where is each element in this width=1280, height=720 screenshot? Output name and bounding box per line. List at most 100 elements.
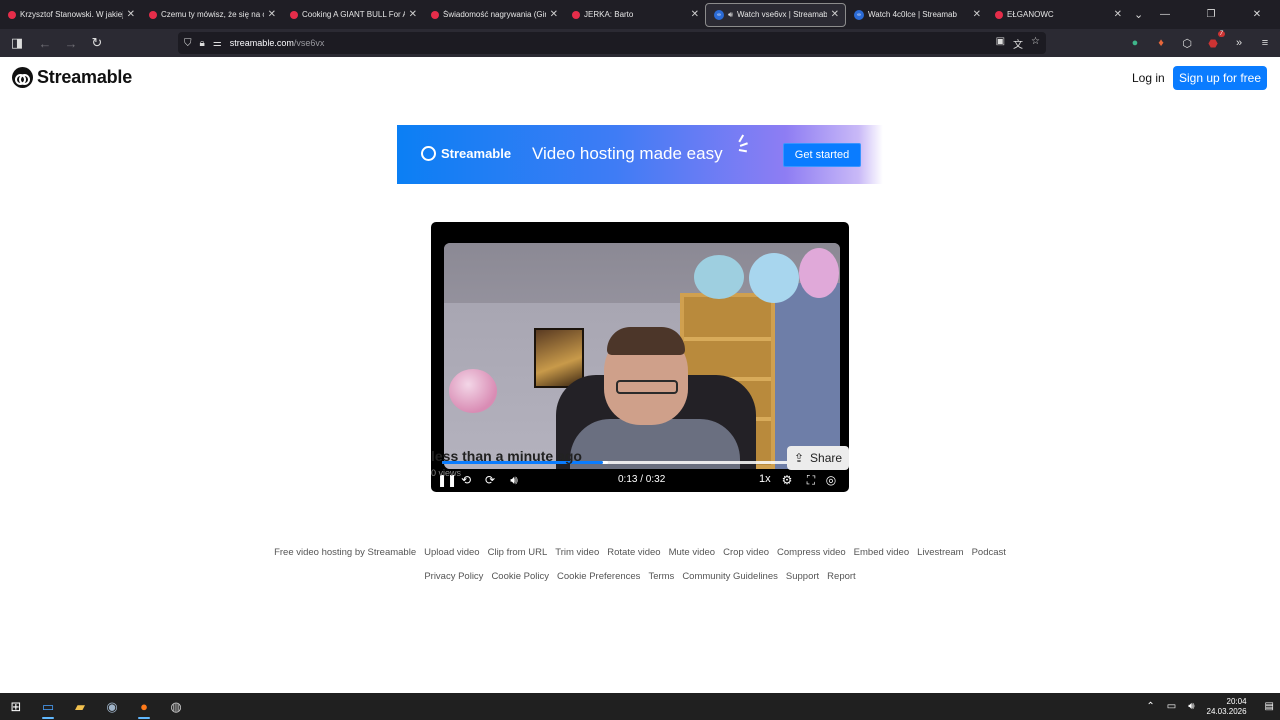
streamable-icon: ∞ — [854, 9, 864, 20]
footer-link[interactable]: Community Guidelines — [682, 571, 778, 582]
sidebar-toggle-icon[interactable]: ◨ — [5, 31, 29, 55]
footer-link[interactable]: Livestream — [917, 547, 963, 558]
tracking-shield-icon[interactable]: ⛉ — [184, 38, 192, 49]
signup-button[interactable]: Sign up for free — [1173, 66, 1267, 90]
volume-tray-icon[interactable]: 🔊︎ — [1188, 701, 1194, 712]
firefox-icon[interactable]: ● — [128, 693, 160, 720]
promo-banner[interactable]: Streamable Video hosting made easy Get s… — [397, 125, 883, 184]
browser-tab[interactable]: Czemu ty mówisz, że się na c ✕ — [141, 3, 282, 27]
close-window-icon[interactable]: ✕ — [1234, 0, 1280, 29]
clock-date: 24.03.2026 — [1206, 706, 1247, 716]
windows-start-icon[interactable]: ⊞ — [0, 693, 32, 720]
notifications-icon[interactable]: ▤ — [1265, 701, 1274, 712]
browser-tab[interactable]: JERKA: Barto ✕ — [564, 3, 705, 27]
video-frame[interactable] — [444, 243, 840, 469]
banner-logo-icon — [421, 146, 436, 161]
close-tab-icon[interactable]: ✕ — [409, 9, 417, 20]
share-icon: ⇪ — [793, 451, 805, 465]
bookmark-star-icon[interactable]: ☆ — [1031, 36, 1040, 51]
app-menu-icon[interactable]: ≡ — [1256, 34, 1274, 52]
network-icon[interactable]: ▭ — [1167, 701, 1176, 712]
browser-tab[interactable]: ∞ Watch 4c0lce | Streamab ✕ — [846, 3, 987, 27]
video-scene-wardrobe — [769, 283, 840, 469]
youtube-icon — [431, 10, 439, 19]
get-started-button[interactable]: Get started — [783, 143, 861, 167]
reader-view-icon[interactable]: ▣ — [996, 36, 1005, 51]
tab-audio-icon[interactable]: 🔊︎ — [728, 10, 733, 20]
footer-link[interactable]: Podcast — [972, 547, 1006, 558]
restore-icon[interactable]: ❐ — [1188, 0, 1234, 29]
tray-overflow-icon[interactable]: ⌃ — [1146, 701, 1154, 712]
address-bar[interactable]: ⛉ 🔒︎ ⚌ streamable.com/vse6vx ▣ 文 ☆ — [178, 32, 1046, 54]
taskbar-app-monitor-icon[interactable]: ▭ — [32, 693, 64, 720]
clock-time: 20:04 — [1226, 696, 1247, 706]
fullscreen-icon[interactable]: ⛶ — [803, 472, 819, 488]
streamable-icon: ∞ — [714, 9, 724, 20]
close-tab-icon[interactable]: ✕ — [831, 9, 839, 20]
video-scene-plush — [749, 253, 799, 303]
footer-link[interactable]: Trim video — [555, 547, 599, 558]
browser-tab[interactable]: Krzysztof Stanowski. W jakiej ✕ — [0, 3, 141, 27]
logo-text: Streamable — [37, 67, 133, 87]
streamable-page: Streamable Log in Sign up for free Strea… — [0, 57, 1280, 693]
taskbar-app-icon[interactable]: ◍ — [160, 693, 192, 720]
close-tab-icon[interactable]: ✕ — [550, 9, 558, 20]
overflow-chevrons-icon[interactable]: » — [1230, 34, 1248, 52]
player-controls: ❚❚ ⟲ ⟳ 🔊︎ 0:13 / 0:32 1x ⚙ ⛶ ◎ — [431, 468, 849, 491]
browser-tab[interactable]: ∞ 🔊︎ Watch vse6vx | Streamab ✕ — [705, 2, 846, 27]
volume-icon[interactable]: 🔊︎ — [506, 472, 522, 488]
tab-title: Krzysztof Stanowski. W jakiej — [20, 10, 123, 19]
forward-icon[interactable]: → — [59, 31, 83, 55]
banner-logo: Streamable — [421, 146, 511, 161]
steam-icon[interactable]: ◉ — [96, 693, 128, 720]
extensions-puzzle-icon[interactable]: ⬡ — [1178, 34, 1196, 52]
footer-link[interactable]: Report — [827, 571, 856, 582]
close-tab-icon[interactable]: ✕ — [973, 9, 981, 20]
playback-speed-button[interactable]: 1x — [759, 473, 771, 485]
browser-tab[interactable]: EŁGANOWC ✕ — [987, 3, 1128, 27]
streamable-player-logo-icon[interactable]: ◎ — [823, 472, 839, 488]
browser-tab[interactable]: Świadomość nagrywania (Gir ✕ — [423, 3, 564, 27]
reload-icon[interactable]: ↻ — [85, 31, 109, 55]
footer-link[interactable]: Free video hosting by Streamable — [274, 547, 416, 558]
settings-gear-icon[interactable]: ⚙ — [779, 472, 795, 488]
login-link[interactable]: Log in — [1132, 71, 1165, 85]
footer-link[interactable]: Compress video — [777, 547, 846, 558]
minimize-icon[interactable]: — — [1142, 0, 1188, 29]
lock-icon[interactable]: 🔒︎ — [200, 38, 205, 49]
footer-link[interactable]: Cookie Policy — [491, 571, 549, 582]
close-tab-icon[interactable]: ✕ — [127, 9, 135, 20]
footer-link[interactable]: Mute video — [669, 547, 715, 558]
footer-link[interactable]: Rotate video — [607, 547, 660, 558]
footer-link[interactable]: Support — [786, 571, 819, 582]
close-tab-icon[interactable]: ✕ — [1114, 9, 1122, 20]
back-icon[interactable]: ← — [33, 31, 57, 55]
share-button[interactable]: ⇪ Share — [787, 446, 849, 470]
footer-link[interactable]: Crop video — [723, 547, 769, 558]
fox-extension-icon[interactable]: ♦ — [1152, 34, 1170, 52]
footer-link[interactable]: Terms — [648, 571, 674, 582]
tab-title: Świadomość nagrywania (Gir — [443, 10, 546, 19]
close-tab-icon[interactable]: ✕ — [268, 9, 276, 20]
browser-tab[interactable]: Cooking A GIANT BULL For A ✕ — [282, 3, 423, 27]
ublock-extension-icon[interactable]: ⬣ 7 — [1204, 31, 1225, 52]
view-count: 0 views — [431, 468, 462, 478]
permissions-icon[interactable]: ⚌ — [213, 38, 222, 49]
footer-link[interactable]: Upload video — [424, 547, 479, 558]
vpn-extension-icon[interactable]: ● — [1126, 34, 1144, 52]
clock[interactable]: 20:04 24.03.2026 — [1207, 697, 1247, 717]
translate-icon[interactable]: 文 — [1013, 36, 1023, 51]
file-explorer-icon[interactable]: ▰ — [64, 693, 96, 720]
banner-headline: Video hosting made easy — [532, 144, 723, 163]
footer-link[interactable]: Clip from URL — [488, 547, 548, 558]
sparkle-icon — [735, 134, 749, 152]
close-tab-icon[interactable]: ✕ — [691, 9, 699, 20]
footer-link[interactable]: Privacy Policy — [424, 571, 483, 582]
toolbar-extensions: ● ♦ ⬡ ⬣ 7 » ≡ — [1126, 31, 1274, 54]
footer-link[interactable]: Embed video — [854, 547, 909, 558]
footer-link[interactable]: Cookie Preferences — [557, 571, 640, 582]
youtube-icon — [8, 10, 16, 19]
streamable-logo[interactable]: Streamable — [12, 67, 132, 88]
fast-forward-icon[interactable]: ⟳ — [482, 472, 498, 488]
footer-links-legal: Privacy Policy Cookie Policy Cookie Prefer… — [0, 571, 1280, 582]
